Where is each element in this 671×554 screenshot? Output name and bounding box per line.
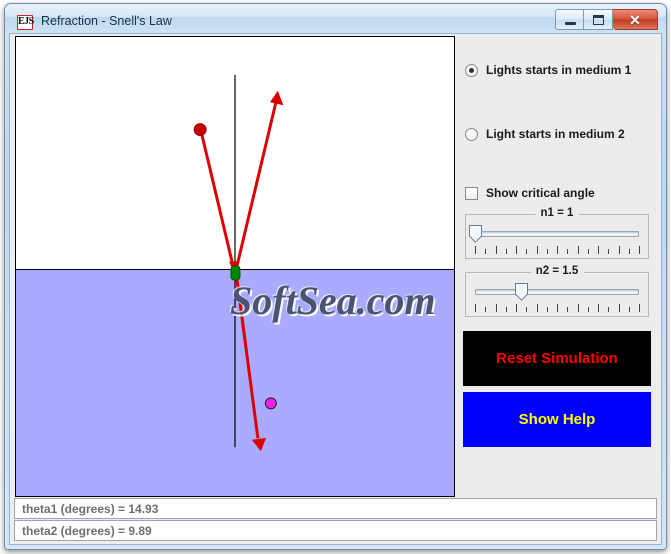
slider-tick [567,249,569,254]
ejs-app-icon: EJS [17,15,34,30]
slider-n1-thumb[interactable] [469,225,482,243]
refracted-ray [234,271,260,439]
incident-ray [199,131,236,271]
radio-lights-start-medium-1[interactable]: Lights starts in medium 1 [465,63,631,77]
slider-tick [618,246,620,254]
slider-tick [526,249,528,254]
slider-tick [557,246,558,254]
slider-tick [628,307,630,312]
slider-n2-title: n2 = 1.5 [530,265,584,277]
slider-tick [485,249,487,254]
slider-tick [567,307,569,312]
slider-tick [577,304,579,312]
slider-tick [639,246,640,254]
radio-unselected-icon [465,127,478,141]
slider-tick [546,307,548,312]
controls-panel: Lights starts in medium 1 Light starts i… [457,36,656,497]
slider-tick [485,307,487,312]
slider-n2-thumb[interactable] [515,283,529,301]
window-buttons: ✕ [555,9,658,30]
checkbox-show-critical-angle[interactable]: Show critical angle [465,186,595,200]
slider-n1-title: n1 = 1 [535,207,579,219]
window-title: Refraction - Snell's Law [41,14,172,28]
slider-n1-ticks [475,245,640,254]
radio-medium1-label: Lights starts in medium 1 [486,63,632,77]
slider-group-n2: n2 = 1.5 [465,265,649,317]
maximize-button[interactable] [584,9,613,30]
slider-tick [536,246,538,254]
slider-tick [608,249,610,254]
slider-tick [577,246,579,254]
close-button[interactable]: ✕ [613,9,658,30]
slider-tick [475,304,476,312]
slider-tick [557,304,558,312]
minimize-button[interactable] [555,9,584,30]
slider-tick [495,246,497,254]
slider-tick [505,307,507,312]
slider-tick [475,246,476,254]
checkbox-unchecked-icon [465,186,478,200]
refracted-ray-arrowhead [251,437,267,452]
slider-tick [516,304,517,312]
close-icon: ✕ [629,12,641,28]
slider-tick [628,249,630,254]
minimize-icon [565,22,576,25]
slider-n2-ticks [475,303,640,312]
slider-tick [608,307,610,312]
slider-tick [536,304,538,312]
status-theta2: theta2 (degrees) = 9.89 [14,520,657,541]
slider-tick [546,249,548,254]
radio-selected-icon [465,63,478,77]
slider-tick [526,307,528,312]
slider-tick [598,246,599,254]
reflected-ray [234,102,278,271]
slider-tick [618,304,620,312]
application-window: EJS Refraction - Snell's Law ✕ SoftSea.c… [0,0,671,554]
slider-tick [495,304,497,312]
client-area: SoftSea.com Lights starts in medium 1 Li… [9,33,662,545]
slider-tick [639,304,640,312]
slider-tick [505,249,507,254]
reset-simulation-button[interactable]: Reset Simulation [463,331,651,386]
status-theta1: theta1 (degrees) = 14.93 [14,498,657,519]
show-help-button[interactable]: Show Help [463,392,651,447]
radio-medium2-label: Light starts in medium 2 [486,127,625,141]
slider-tick [587,307,589,312]
slider-group-n1: n1 = 1 [465,207,649,259]
slider-tick [587,249,589,254]
checkbox-critical-angle-label: Show critical angle [486,186,595,200]
source-handle-dot[interactable] [193,123,207,137]
radio-light-starts-medium-2[interactable]: Light starts in medium 2 [465,127,625,141]
slider-tick [516,246,517,254]
slider-tick [598,304,599,312]
interface-point-marker[interactable] [230,265,241,281]
slider-n2-track[interactable] [475,289,639,295]
slider-n1-track[interactable] [475,231,639,237]
medium2-handle-dot[interactable] [264,397,277,410]
reflected-ray-arrowhead [270,90,284,106]
title-bar[interactable]: EJS Refraction - Snell's Law ✕ [5,4,666,34]
simulation-canvas[interactable]: SoftSea.com [15,36,455,497]
ray-diagram [193,74,284,452]
maximize-icon [593,15,604,25]
